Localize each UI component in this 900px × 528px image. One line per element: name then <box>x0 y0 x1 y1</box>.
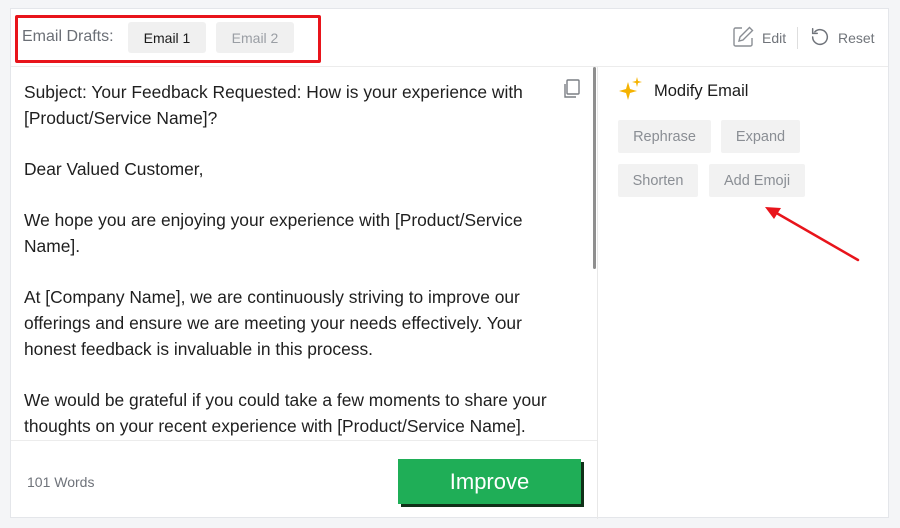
edit-icon <box>731 25 755 52</box>
annotation-arrow <box>765 207 860 262</box>
email-scrollbar[interactable] <box>593 67 596 269</box>
email-paragraph: We would be grateful if you could take a… <box>24 390 547 436</box>
email-content-panel[interactable]: Subject: Your Feedback Requested: How is… <box>11 67 597 440</box>
copy-icon[interactable] <box>562 79 580 99</box>
drafts-label: Email Drafts: <box>22 28 114 45</box>
expand-button[interactable]: Expand <box>721 120 800 153</box>
improve-button[interactable]: Improve <box>398 459 581 504</box>
email-greeting: Dear Valued Customer, <box>24 159 204 179</box>
tab-email-2[interactable]: Email 2 <box>216 22 294 53</box>
shorten-button[interactable]: Shorten <box>618 164 698 197</box>
email-subject: Subject: Your Feedback Requested: How is… <box>24 82 523 128</box>
header-separator <box>797 27 798 49</box>
email-drafts-app: Email Drafts: Email 1 Email 2 Edit Reset <box>10 8 889 519</box>
word-count: 101 Words <box>27 474 95 490</box>
edit-button[interactable]: Edit <box>731 25 786 51</box>
reset-icon <box>809 26 831 51</box>
tab-email-1[interactable]: Email 1 <box>128 22 206 53</box>
modify-email-title: Modify Email <box>654 81 749 100</box>
reset-label: Reset <box>838 30 875 46</box>
email-paragraph: We hope you are enjoying your experience… <box>24 210 523 256</box>
email-body: Subject: Your Feedback Requested: How is… <box>24 79 576 440</box>
reset-button[interactable]: Reset <box>809 25 875 51</box>
rephrase-button[interactable]: Rephrase <box>618 120 711 153</box>
modify-email-header: Modify Email <box>618 76 749 103</box>
add-emoji-button[interactable]: Add Emoji <box>709 164 805 197</box>
email-footer: 101 Words Improve <box>11 440 597 519</box>
email-paragraph: At [Company Name], we are continuously s… <box>24 287 522 359</box>
header-bar: Email Drafts: Email 1 Email 2 Edit Reset <box>11 9 888 67</box>
panel-divider <box>597 67 598 519</box>
sparkle-icon <box>618 76 644 107</box>
edit-label: Edit <box>762 30 787 46</box>
